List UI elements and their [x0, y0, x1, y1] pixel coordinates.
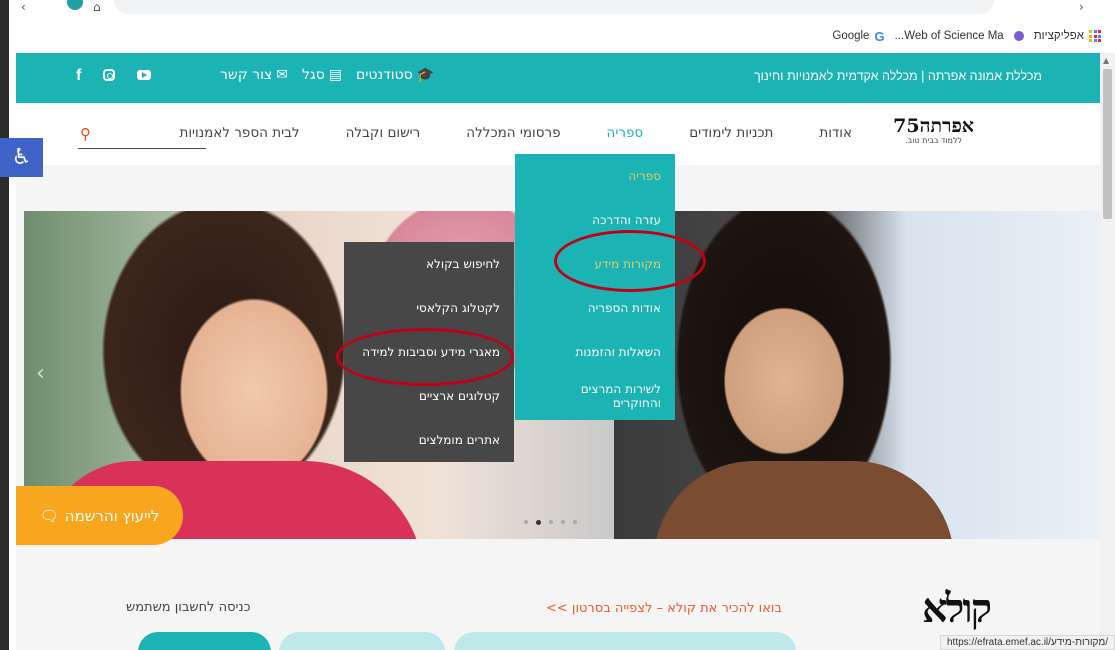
search-input[interactable]: ⚲ [78, 125, 206, 149]
submenu-recommended-sites[interactable]: אתרים מומלצים [344, 418, 514, 462]
highlight-circle-sources [554, 230, 706, 292]
bookmark-apps[interactable]: אפליקציות [1034, 30, 1101, 42]
graduation-cap-icon: 🎓 [416, 67, 435, 83]
bookmark-purple[interactable] [1013, 31, 1024, 41]
consult-register-button[interactable]: לייעוץ והרשמה 🗨 [16, 486, 183, 545]
scroll-up-icon[interactable]: ▲ [1103, 56, 1109, 65]
bottom-section: קולא בואו להכיר את קולא – לצפייה בסרטון … [16, 545, 1100, 650]
staff-link[interactable]: ▤ סגל [302, 67, 342, 83]
profile-avatar[interactable] [67, 0, 83, 10]
apps-grid-icon [1089, 30, 1101, 42]
login-field-2[interactable] [454, 632, 796, 650]
contact-link[interactable]: ✉ צור קשר [220, 67, 288, 83]
kola-logo[interactable]: קולא [922, 585, 992, 632]
nav-about[interactable]: אודות [796, 125, 875, 141]
nav-admission[interactable]: רישום וקבלה [323, 125, 444, 141]
college-title: מכללת אמונה אפרתה | מכללה אקדמית לאמנויו… [753, 69, 1042, 83]
nav-library[interactable]: ספריה [584, 125, 667, 141]
site-logo[interactable]: אפרתה75 ללמוד בבית טוב. [893, 115, 974, 145]
forward-arrow-icon[interactable]: › [1079, 0, 1084, 14]
login-title: כניסה לחשבון משתמש [126, 600, 251, 615]
library-menu-about[interactable]: אודות הספריה [515, 286, 675, 330]
nav-publications[interactable]: פרסומי המכללה [443, 125, 583, 141]
library-menu-home[interactable]: ספריה [515, 154, 675, 198]
slider-dots [524, 520, 577, 525]
nav-programs[interactable]: תכניות לימודים [666, 125, 796, 141]
kola-video-link[interactable]: בואו להכיר את קולא – לצפייה בסרטון >> [546, 601, 782, 616]
status-url: https://efrata.emef.ac.il/מקורות-מידע/ [940, 635, 1115, 650]
wheelchair-icon: ♿ [11, 145, 32, 170]
accessibility-button[interactable]: ♿ [0, 138, 43, 177]
submenu-kola-search[interactable]: לחיפוש בקולא [344, 242, 514, 286]
top-links: 🎓 סטודנטים ▤ סגל ✉ צור קשר [220, 67, 434, 83]
submenu-classic-catalog[interactable]: לקטלוג הקלאסי [344, 286, 514, 330]
back-arrow-icon[interactable]: ‹ [21, 0, 26, 14]
slider-dot[interactable] [561, 520, 565, 524]
id-card-icon: ▤ [328, 67, 343, 83]
google-icon: G [874, 28, 885, 44]
scroll-thumb[interactable] [1103, 69, 1112, 219]
bookmark-web-of-science[interactable]: Web of Science Ma... [895, 30, 1004, 42]
social-links: f [76, 67, 152, 85]
facebook-icon[interactable]: f [76, 67, 81, 85]
instagram-icon[interactable] [103, 69, 116, 81]
slider-dot[interactable] [524, 520, 528, 524]
website: מכללת אמונה אפרתה | מכללה אקדמית לאמנויו… [16, 53, 1101, 650]
nav-menu: אודות תכניות לימודים ספריה פרסומי המכללה… [156, 125, 875, 141]
home-icon[interactable]: ⌂ [93, 0, 101, 14]
bookmark-google[interactable]: G Google [832, 29, 884, 44]
slider-dot[interactable] [573, 520, 577, 524]
students-link[interactable]: 🎓 סטודנטים [356, 67, 434, 83]
slider-dot-active[interactable] [536, 520, 541, 525]
site-topbar: מכללת אמונה אפרתה | מכללה אקדמית לאמנויו… [16, 53, 1100, 103]
search-icon[interactable]: ⚲ [80, 125, 91, 143]
bookmarks-bar: אפליקציות Web of Science Ma... G Google [832, 26, 1101, 46]
youtube-icon[interactable] [137, 70, 152, 80]
browser-toolbar: ‹ ⌂ › אפליקציות Web of Science Ma... G G… [9, 0, 1115, 53]
login-button[interactable] [138, 632, 271, 650]
library-menu-faculty[interactable]: לשירות המרצים והחוקרים [515, 374, 675, 418]
slider-dot[interactable] [549, 520, 553, 524]
slider-prev-icon[interactable]: ‹ [36, 361, 45, 386]
purple-dot-icon [1013, 31, 1024, 41]
window-edge [0, 0, 9, 650]
envelope-icon: ✉ [276, 67, 288, 83]
highlight-circle-databases [336, 328, 514, 386]
login-field-1[interactable] [279, 632, 445, 650]
page-scrollbar[interactable]: ▲ [1100, 53, 1115, 650]
library-menu-loans[interactable]: השאלות והזמנות [515, 330, 675, 374]
address-bar[interactable] [114, 0, 994, 14]
chat-bubbles-icon: 🗨 [39, 506, 59, 525]
